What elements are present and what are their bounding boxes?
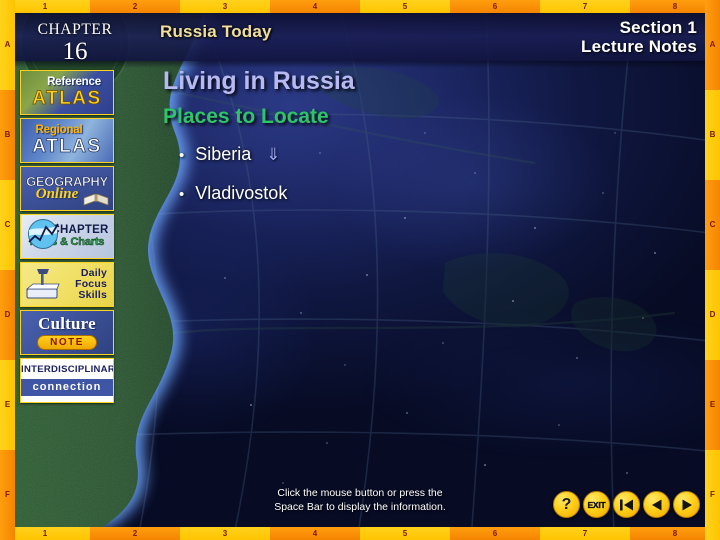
sidebar-item-chapter-maps-charts[interactable]: CHAPTER Maps & Charts — [20, 214, 114, 259]
next-slide-button[interactable] — [673, 491, 700, 518]
help-button[interactable]: ? — [553, 491, 580, 518]
ruler-tick-left-C: C — [0, 180, 15, 270]
ruler-tick-bottom-3: 3 — [180, 527, 270, 540]
ruler-tick-left-D: D — [0, 270, 15, 360]
ruler-top: 12345678 — [0, 0, 720, 13]
ruler-tick-right-D: D — [705, 270, 720, 360]
ruler-tick-right-E: E — [705, 360, 720, 450]
chapter-word: CHAPTER — [37, 21, 113, 39]
culture-line2: NOTE — [37, 335, 97, 350]
ruler-bottom: 12345678 — [0, 527, 720, 540]
next-arrow-icon — [682, 499, 692, 510]
sidebar: Reference ATLAS Regional ATLAS GEOGRAPHY… — [20, 70, 120, 406]
previous-slide-button[interactable] — [643, 491, 670, 518]
interdisciplinary-line1: INTERDISCIPLINARY — [21, 364, 114, 376]
ruler-tick-top-3: 3 — [180, 0, 270, 13]
list-item: • Vladivostok — [163, 184, 633, 202]
interdisciplinary-line2: connection — [32, 380, 102, 393]
ruler-tick-right-B: B — [705, 90, 720, 180]
lecture-notes-label: Lecture Notes — [581, 37, 697, 57]
ruler-tick-top-4: 4 — [270, 0, 360, 13]
bullet-icon: • — [179, 185, 185, 203]
navigation-bar: ? EXIT — [553, 491, 700, 518]
first-slide-button[interactable] — [613, 491, 640, 518]
sidebar-item-geography-online[interactable]: GEOGRAPHY Online — [20, 166, 114, 211]
page-title: Living in Russia — [163, 67, 355, 95]
list-item-label: Siberia — [195, 143, 252, 164]
question-mark-icon: ? — [561, 495, 572, 513]
ruler-left: ABCDEF — [0, 0, 15, 540]
section-number: Section 1 — [619, 18, 697, 37]
exit-button[interactable]: EXIT — [583, 491, 610, 518]
ruler-tick-left-F: F — [0, 450, 15, 540]
culture-line1: Culture — [38, 314, 96, 333]
section-label: Section 1 Lecture Notes — [581, 18, 697, 56]
slide-stage: CHAPTER 16 Russia Today Section 1 Lectur… — [15, 13, 705, 527]
maps-charts-globe-icon — [28, 219, 59, 249]
ruler-tick-left-B: B — [0, 90, 15, 180]
chapter-number: 16 — [62, 37, 88, 65]
ruler-tick-right-A: A — [705, 0, 720, 90]
ruler-tick-bottom-2: 2 — [90, 527, 180, 540]
ruler-tick-top-6: 6 — [450, 0, 540, 13]
ruler-tick-left-E: E — [0, 360, 15, 450]
regional-atlas-line1: Regional — [35, 123, 83, 136]
places-list: • Siberia ⇓ • Vladivostok — [163, 145, 633, 202]
ruler-right: ABCDEF — [705, 0, 720, 540]
ruler-tick-right-C: C — [705, 180, 720, 270]
previous-arrow-icon — [651, 499, 661, 510]
regional-atlas-line2: ATLAS — [32, 136, 102, 158]
ruler-tick-bottom-5: 5 — [360, 527, 450, 540]
open-book-icon — [83, 193, 109, 206]
list-item: • Siberia ⇓ — [163, 145, 633, 163]
ruler-tick-top-5: 5 — [360, 0, 450, 13]
sidebar-item-culture-note[interactable]: Culture NOTE — [20, 310, 114, 355]
ruler-tick-bottom-6: 6 — [450, 527, 540, 540]
ruler-tick-top-7: 7 — [540, 0, 630, 13]
presentation-slide: CHAPTER 16 Russia Today Section 1 Lectur… — [0, 0, 720, 540]
bullet-icon: • — [179, 146, 185, 164]
list-item-label: Vladivostok — [195, 182, 288, 203]
sidebar-item-interdisciplinary-connection[interactable]: INTERDISCIPLINARY connection — [20, 358, 114, 403]
reference-atlas-line2: ATLAS — [32, 88, 102, 110]
sidebar-item-daily-focus-skills[interactable]: Daily Focus Skills — [20, 262, 114, 307]
exit-icon: EXIT — [587, 499, 606, 510]
ruler-tick-bottom-4: 4 — [270, 527, 360, 540]
overhead-projector-icon — [25, 269, 60, 299]
double-down-arrow-icon[interactable]: ⇓ — [266, 146, 280, 163]
ruler-tick-right-F: F — [705, 450, 720, 540]
skip-to-start-icon — [620, 499, 633, 510]
unit-title: Russia Today — [160, 22, 272, 41]
ruler-tick-top-2: 2 — [90, 0, 180, 13]
content-area: Living in Russia Places to Locate • Sibe… — [163, 67, 633, 223]
content-subtitle: Places to Locate — [163, 104, 329, 128]
ruler-tick-left-A: A — [0, 0, 15, 90]
ruler-tick-bottom-7: 7 — [540, 527, 630, 540]
reference-atlas-line1: Reference — [47, 75, 101, 88]
sidebar-item-reference-atlas[interactable]: Reference ATLAS — [20, 70, 114, 115]
sidebar-item-regional-atlas[interactable]: Regional ATLAS — [20, 118, 114, 163]
